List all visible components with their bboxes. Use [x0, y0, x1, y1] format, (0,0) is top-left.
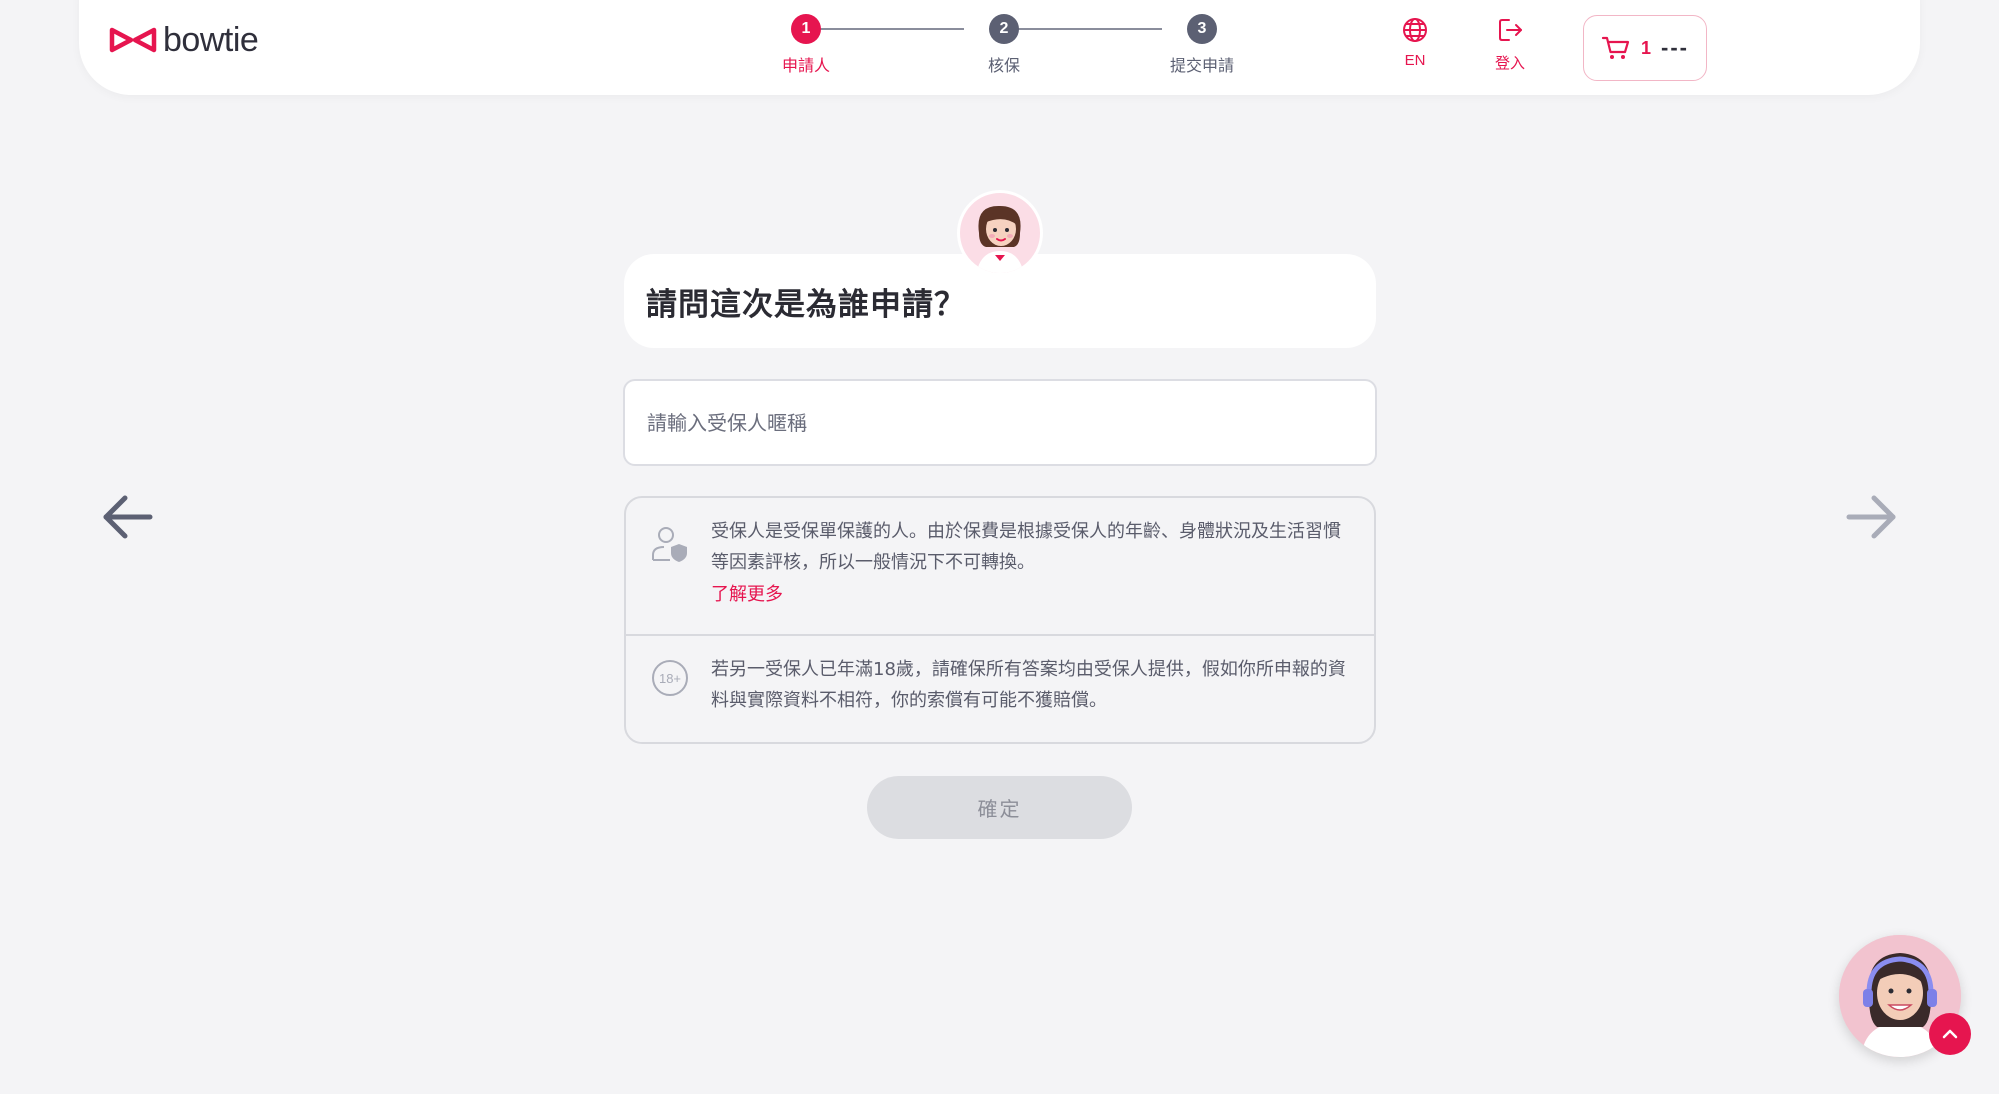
- arrow-right-icon[interactable]: [1843, 488, 1901, 546]
- step-applicant: 1 申請人: [736, 14, 876, 76]
- cart-button[interactable]: 1 ---: [1583, 15, 1707, 81]
- learn-more-link[interactable]: 了解更多: [711, 579, 1351, 610]
- assistant-avatar: [957, 190, 1043, 276]
- confirm-button[interactable]: 確定: [867, 776, 1132, 839]
- age-18-plus-icon: 18+: [652, 660, 688, 696]
- info-box: 受保人是受保單保護的人。由於保費是根據受保人的年齡、身體狀況及生活習慣等因素評核…: [624, 496, 1376, 744]
- insured-nickname-input[interactable]: [623, 379, 1377, 466]
- globe-icon: [1403, 18, 1427, 42]
- logout-icon: [1499, 19, 1522, 41]
- info-row-insured: 受保人是受保單保護的人。由於保費是根據受保人的年齡、身體狀況及生活習慣等因素評核…: [626, 498, 1374, 636]
- login-label: 登入: [1494, 55, 1525, 72]
- step-label: 提交申請: [1169, 56, 1234, 75]
- cart-icon: [1601, 36, 1630, 59]
- user-shield-icon: [652, 527, 687, 562]
- step-number: 3: [1187, 14, 1217, 44]
- cart-total: ---: [1661, 35, 1689, 60]
- assistant-avatar-illustration: [976, 205, 1024, 273]
- step-underwriting: 2 核保: [934, 14, 1074, 76]
- step-number: 1: [791, 14, 821, 44]
- login-button[interactable]: 登入: [1475, 16, 1545, 73]
- insured-description: 受保人是受保單保護的人。由於保費是根據受保人的年齡、身體狀況及生活習慣等因素評核…: [711, 521, 1341, 573]
- info-text: 受保人是受保單保護的人。由於保費是根據受保人的年齡、身體狀況及生活習慣等因素評核…: [711, 516, 1351, 610]
- info-row-adult: 18+ 若另一受保人已年滿18歲，請確保所有答案均由受保人提供，假如你所申報的資…: [626, 636, 1374, 742]
- step-submit: 3 提交申請: [1132, 14, 1272, 76]
- chevron-up-icon: [1942, 1029, 1958, 1039]
- age-badge-text: 18+: [659, 671, 681, 686]
- chat-expand-button[interactable]: [1929, 1013, 1971, 1055]
- step-label: 核保: [987, 56, 1020, 75]
- step-number: 2: [989, 14, 1019, 44]
- top-header: bowtie 1 申請人 2 核保 3 提交申請 1 --- EN 登入: [79, 0, 1920, 95]
- adult-notice: 若另一受保人已年滿18歲，請確保所有答案均由受保人提供，假如你所申報的資料與實際…: [711, 659, 1346, 711]
- question-title: 請問這次是為誰申請？: [646, 286, 966, 323]
- arrow-left-icon[interactable]: [98, 488, 156, 546]
- cart-count: 1: [1641, 37, 1652, 58]
- language-label: EN: [1404, 52, 1426, 69]
- language-switch[interactable]: EN: [1380, 16, 1450, 69]
- step-label: 申請人: [781, 56, 830, 75]
